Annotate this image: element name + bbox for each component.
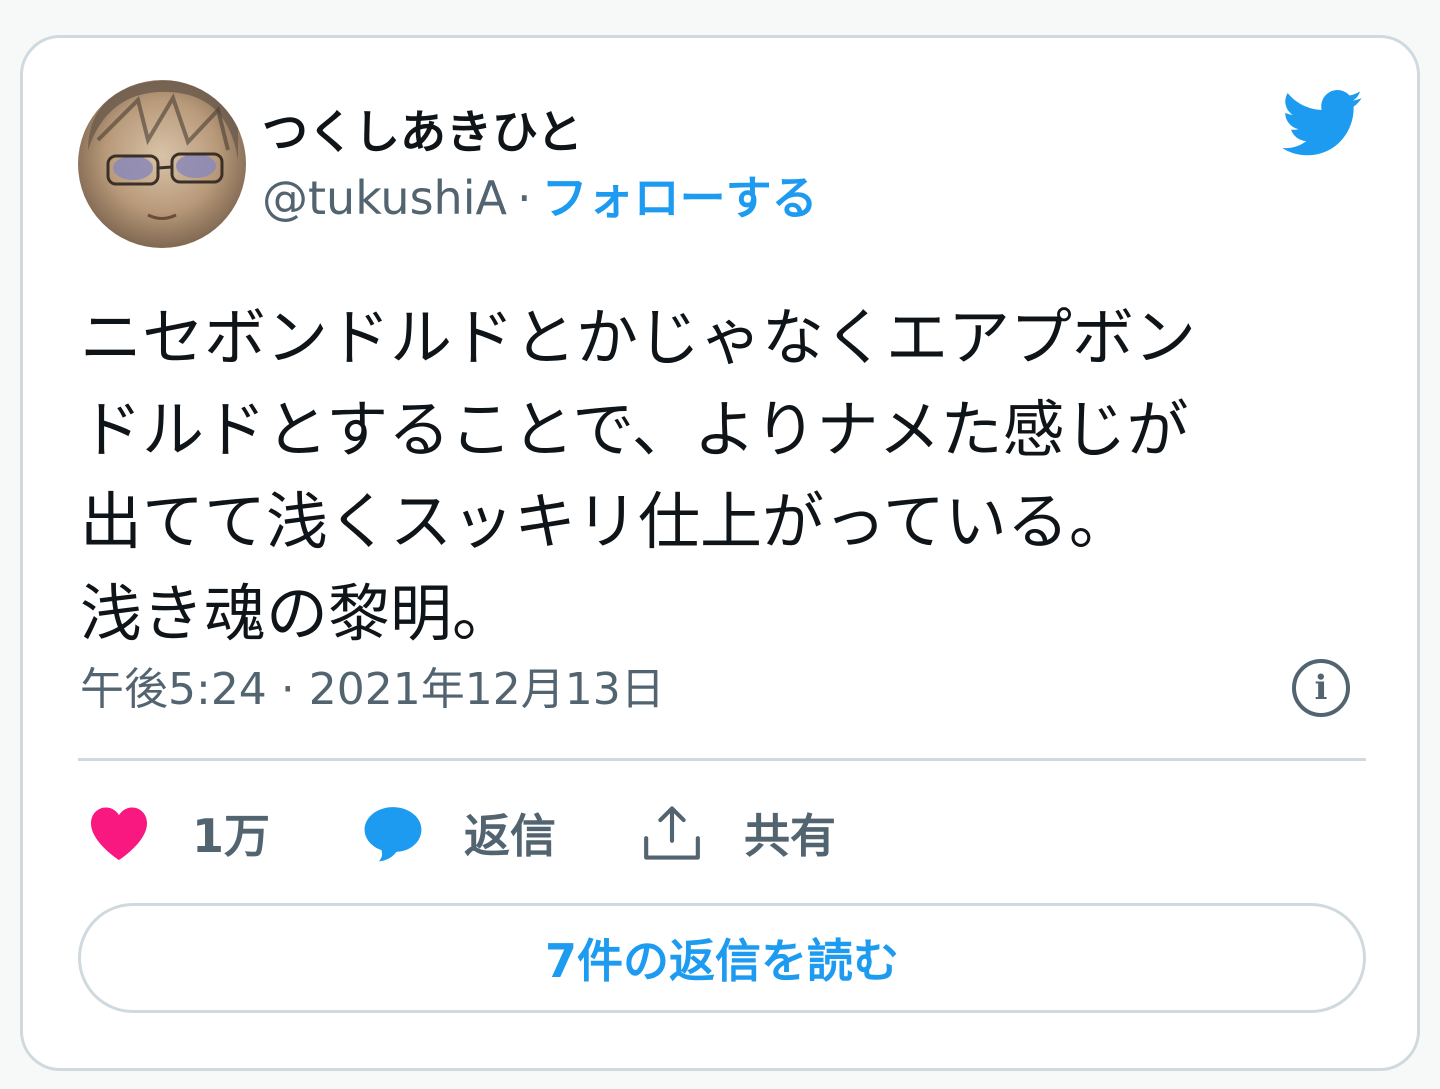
read-replies-button[interactable]: 7件の返信を読む <box>78 903 1366 1013</box>
info-icon[interactable]: i <box>1292 659 1350 717</box>
display-name[interactable]: つくしあきひと <box>262 96 583 162</box>
share-label: 共有 <box>744 809 836 863</box>
meta-separator: · <box>266 664 309 715</box>
reply-bubble-icon <box>364 807 422 862</box>
reply-label: 返信 <box>464 809 556 863</box>
reply-button[interactable]: 返信 <box>362 798 556 868</box>
divider <box>78 758 1366 761</box>
like-count: 1万 <box>192 809 271 863</box>
tweet-timestamp[interactable]: 午後5:24 · 2021年12月13日 <box>80 660 665 720</box>
tweet-text: ニセボンドルドとかじゃなくエアプボン ドルドとすることで、よりナメた感じが 出て… <box>80 301 1197 650</box>
share-button[interactable]: 共有 <box>640 798 836 868</box>
separator-dot: · <box>516 171 532 225</box>
like-button[interactable]: 1万 <box>88 798 270 868</box>
user-handle[interactable]: @tukushiA <box>262 171 507 225</box>
tweet-date: 2021年12月13日 <box>308 664 665 715</box>
handle-row: @tukushiA · フォローする <box>262 166 818 230</box>
share-icon <box>644 806 700 860</box>
avatar-image <box>88 80 238 220</box>
follow-button[interactable]: フォローする <box>542 171 818 225</box>
heart-icon <box>91 807 147 860</box>
avatar[interactable] <box>78 80 246 248</box>
tweet-time: 午後5:24 <box>80 664 267 715</box>
twitter-bird-icon[interactable] <box>1282 90 1364 158</box>
